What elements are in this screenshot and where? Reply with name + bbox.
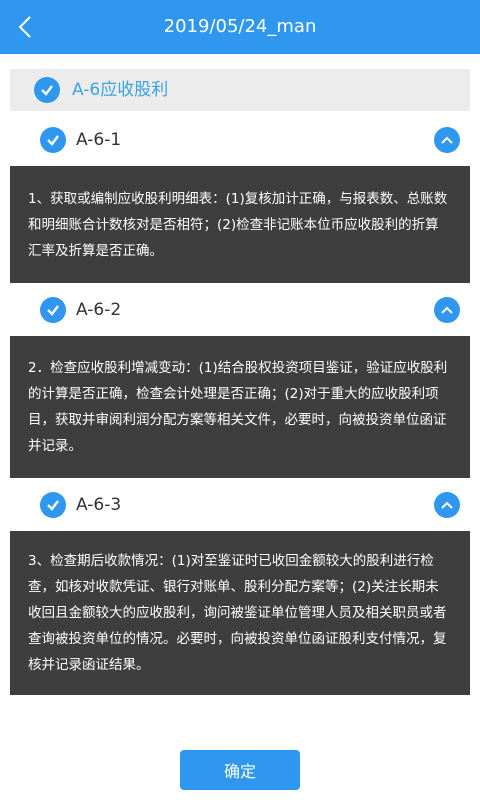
item-description: 1、获取或编制应收股利明细表：(1)复核加计正确，与报表数、总账数和明细账合计数… xyxy=(10,166,470,283)
group-title: A-6应收股利 xyxy=(72,80,169,100)
item-title: A-6-1 xyxy=(76,130,122,150)
check-icon[interactable] xyxy=(40,127,66,153)
chevron-up-icon xyxy=(441,306,453,314)
collapse-toggle-button[interactable] xyxy=(434,127,460,153)
item-title: A-6-3 xyxy=(76,495,122,515)
item-row-a-6-1[interactable]: A-6-1 xyxy=(0,116,480,164)
check-icon[interactable] xyxy=(34,77,60,103)
header-bar: 2019/05/24_man xyxy=(0,0,480,54)
chevron-up-icon xyxy=(441,501,453,509)
collapse-toggle-button[interactable] xyxy=(434,492,460,518)
item-description: 2．检查应收股利增减变动：(1)结合股权投资项目鉴证，验证应收股利的计算是否正确… xyxy=(10,336,470,478)
collapse-toggle-button[interactable] xyxy=(434,297,460,323)
item-row-a-6-2[interactable]: A-6-2 xyxy=(0,286,480,334)
check-icon[interactable] xyxy=(40,492,66,518)
page-title: 2019/05/24_man xyxy=(163,16,317,37)
item-title: A-6-2 xyxy=(76,300,122,320)
chevron-up-icon xyxy=(441,136,453,144)
confirm-button[interactable]: 确定 xyxy=(180,750,300,790)
item-row-a-6-3[interactable]: A-6-3 xyxy=(0,481,480,529)
item-description: 3、检查期后收款情况：(1)对至鉴证时已收回金额较大的股利进行检查，如核对收款凭… xyxy=(10,531,470,695)
group-row[interactable]: A-6应收股利 xyxy=(10,69,470,111)
check-icon[interactable] xyxy=(40,297,66,323)
